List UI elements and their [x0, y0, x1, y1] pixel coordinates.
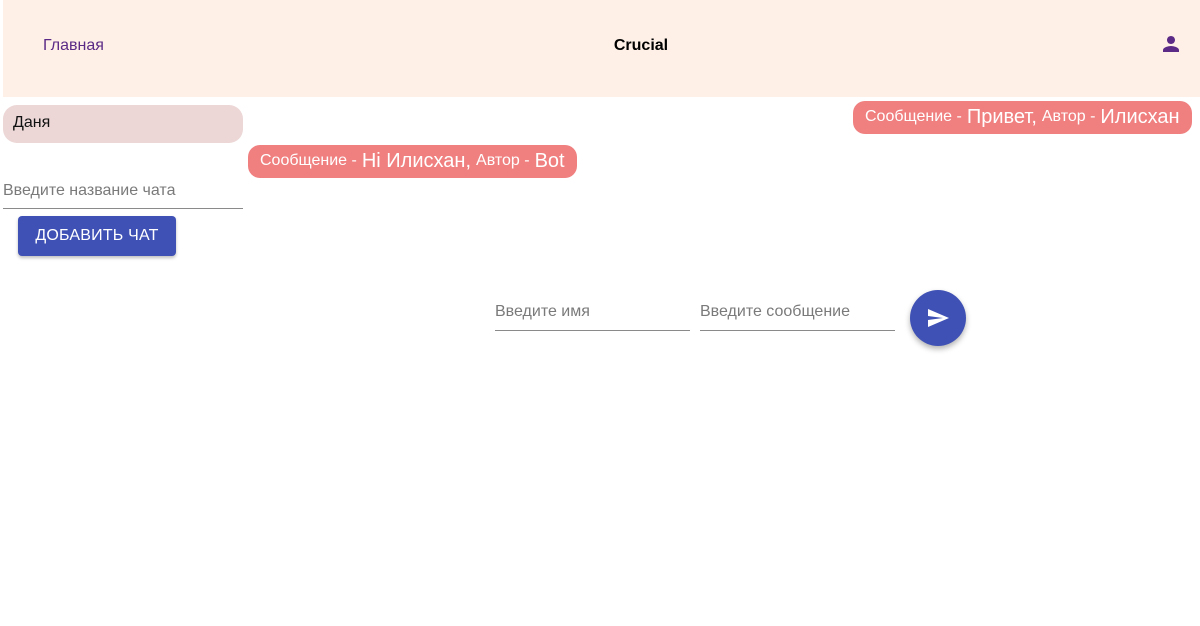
message-input[interactable] — [700, 300, 895, 331]
app-title: Crucial — [613, 37, 669, 54]
app-header: Главная Crucial — [3, 0, 1200, 97]
user-account-button[interactable] — [1159, 32, 1183, 56]
message-prefix: Сообщение - — [865, 108, 962, 125]
message-author: Илисхан — [1100, 105, 1180, 128]
author-prefix: Автор - — [476, 152, 530, 169]
add-chat-button[interactable]: Добавить чат — [18, 216, 176, 256]
message-text: Привет, — [966, 105, 1037, 128]
chat-name-input[interactable] — [3, 180, 243, 209]
person-icon — [1163, 36, 1179, 52]
message-text: Hi Илисхан, — [361, 149, 472, 172]
message-bubble: Сообщение - Hi Илисхан, Автор - Bot — [248, 145, 577, 178]
author-prefix: Автор - — [1041, 108, 1096, 125]
chat-list-item[interactable]: Даня — [3, 105, 243, 143]
send-message-button[interactable] — [910, 290, 966, 346]
chat-item-label: Даня — [13, 114, 51, 131]
author-name-input[interactable] — [495, 300, 690, 331]
message-prefix: Сообщение - — [260, 152, 357, 169]
message-bubble: Сообщение - Привет, Автор - Илисхан — [853, 101, 1192, 134]
message-author: Bot — [534, 149, 565, 172]
send-icon — [928, 309, 949, 327]
